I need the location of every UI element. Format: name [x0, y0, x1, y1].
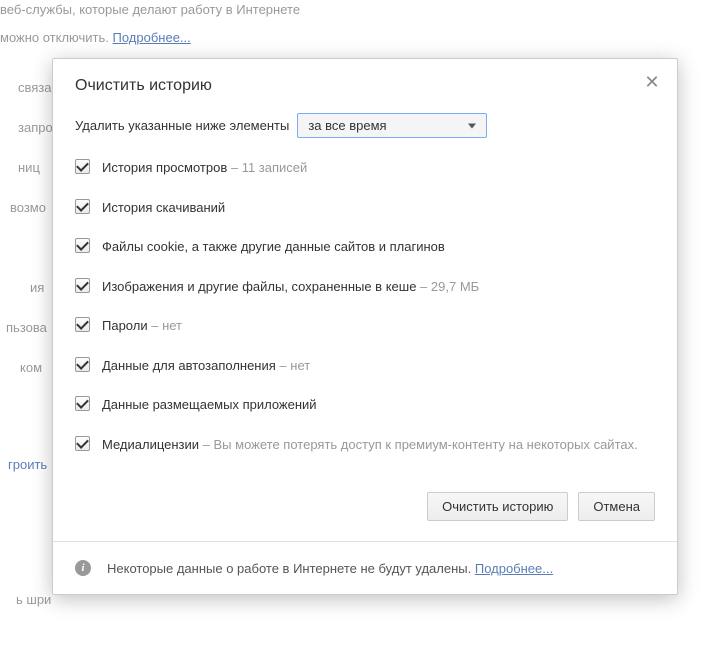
option-autofill: Данные для автозаполнениянет	[75, 356, 655, 376]
option-detail: 11 записей	[227, 160, 307, 175]
footer-text-content: Некоторые данные о работе в Интернете не…	[107, 561, 475, 576]
option-cached-images: Изображения и другие файлы, сохраненные …	[75, 277, 655, 297]
info-icon: i	[75, 560, 91, 576]
dialog-footer: i Некоторые данные о работе в Интернете …	[53, 542, 677, 594]
checkbox-cached-images[interactable]	[75, 278, 90, 293]
time-range-select[interactable]: за все время	[297, 113, 487, 138]
option-label: Изображения и другие файлы, сохраненные …	[102, 279, 416, 294]
checkbox-hosted-apps[interactable]	[75, 396, 90, 411]
option-hosted-apps: Данные размещаемых приложений	[75, 395, 655, 415]
dialog-title: Очистить историю	[75, 77, 655, 95]
time-range-value: за все время	[308, 118, 386, 133]
footer-learn-more-link[interactable]: Подробнее...	[475, 561, 553, 576]
bg-frag-3: ниц	[18, 158, 40, 179]
option-label: История скачиваний	[102, 200, 225, 215]
bg-frag-1: связа	[18, 78, 52, 99]
bg-learn-more-link[interactable]: Подробнее...	[113, 30, 191, 45]
bg-frag-8: гроить	[8, 455, 47, 476]
footer-text: Некоторые данные о работе в Интернете не…	[107, 561, 553, 576]
close-button[interactable]: ✕	[643, 73, 661, 91]
checkbox-cookies[interactable]	[75, 238, 90, 253]
option-label: Данные размещаемых приложений	[102, 397, 317, 412]
option-label: Пароли	[102, 318, 148, 333]
bg-frag-2: запро	[18, 118, 53, 139]
option-media-licenses: МедиалицензииВы можете потерять доступ к…	[75, 435, 655, 455]
option-cookies: Файлы cookie, а также другие данные сайт…	[75, 237, 655, 257]
option-passwords: Паролинет	[75, 316, 655, 336]
bg-line-1: веб-службы, которые делают работу в Инте…	[0, 0, 300, 21]
checkbox-passwords[interactable]	[75, 317, 90, 332]
checkbox-browsing-history[interactable]	[75, 159, 90, 174]
checkbox-download-history[interactable]	[75, 199, 90, 214]
time-range-row: Удалить указанные ниже элементы за все в…	[75, 113, 655, 138]
option-detail: нет	[276, 358, 310, 373]
option-detail: нет	[148, 318, 182, 333]
option-label: История просмотров	[102, 160, 227, 175]
option-detail: 29,7 МБ	[416, 279, 479, 294]
option-detail: Вы можете потерять доступ к премиум-конт…	[199, 437, 638, 452]
bg-frag-6: пьзова	[6, 318, 47, 339]
dialog-body: Удалить указанные ниже элементы за все в…	[53, 105, 677, 492]
time-range-label: Удалить указанные ниже элементы	[75, 118, 289, 133]
bg-line-2: можно отключить. Подробнее...	[0, 28, 191, 49]
checkbox-media-licenses[interactable]	[75, 436, 90, 451]
checkbox-autofill[interactable]	[75, 357, 90, 372]
clear-button[interactable]: Очистить историю	[427, 492, 568, 521]
dialog-header: Очистить историю ✕	[53, 59, 677, 105]
clear-history-dialog: Очистить историю ✕ Удалить указанные ниж…	[52, 58, 678, 595]
bg-frag-5: ия	[30, 278, 44, 299]
option-download-history: История скачиваний	[75, 198, 655, 218]
bg-frag-4: возмо	[10, 198, 46, 219]
dialog-actions: Очистить историю Отмена	[53, 492, 677, 541]
bg-frag-9: ь шри	[16, 590, 51, 611]
option-label: Файлы cookie, а также другие данные сайт…	[102, 239, 445, 254]
option-label: Данные для автозаполнения	[102, 358, 276, 373]
option-browsing-history: История просмотров11 записей	[75, 158, 655, 178]
bg-line-2-prefix: можно отключить.	[0, 30, 113, 45]
cancel-button[interactable]: Отмена	[578, 492, 655, 521]
option-label: Медиалицензии	[102, 437, 199, 452]
close-icon: ✕	[644, 72, 659, 92]
bg-frag-7: ком	[20, 358, 42, 379]
